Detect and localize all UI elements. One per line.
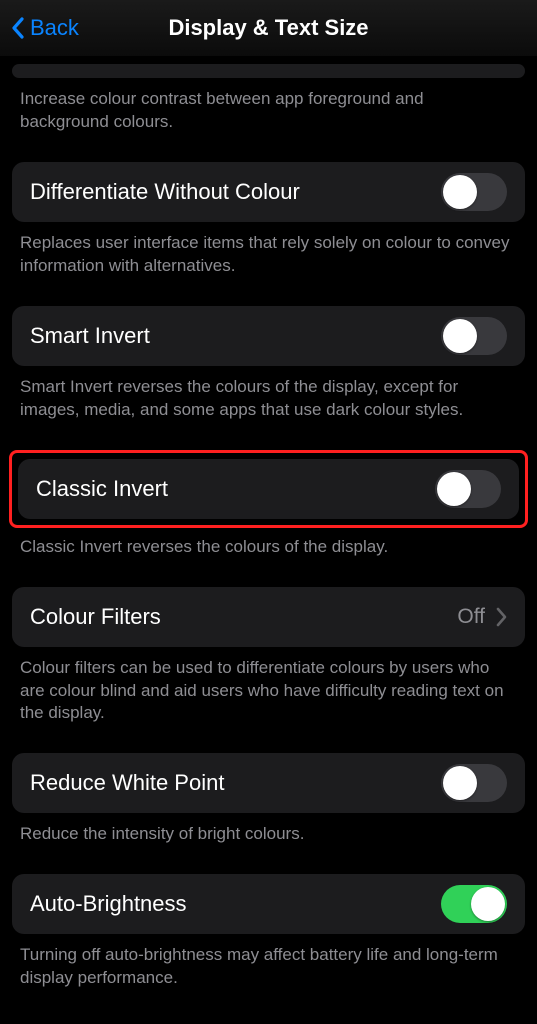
navbar: Back Display & Text Size: [0, 0, 537, 56]
previous-row-stub: [12, 64, 525, 78]
reduce-white-point-desc: Reduce the intensity of bright colours.: [12, 813, 525, 846]
smart-invert-toggle[interactable]: [441, 317, 507, 355]
reduce-white-point-label: Reduce White Point: [30, 770, 224, 796]
toggle-knob: [471, 887, 505, 921]
colour-filters-value-wrap: Off: [457, 605, 507, 629]
contrast-desc: Increase colour contrast between app for…: [12, 78, 525, 134]
differentiate-label: Differentiate Without Colour: [30, 179, 300, 205]
toggle-knob: [443, 319, 477, 353]
classic-invert-desc: Classic Invert reverses the colours of t…: [12, 528, 525, 559]
classic-invert-highlight: Classic Invert: [9, 450, 528, 528]
colour-filters-label: Colour Filters: [30, 604, 161, 630]
reduce-white-point-toggle[interactable]: [441, 764, 507, 802]
chevron-right-icon: [495, 607, 507, 627]
auto-brightness-toggle[interactable]: [441, 885, 507, 923]
back-label: Back: [30, 15, 79, 41]
colour-filters-value: Off: [457, 605, 485, 629]
smart-invert-row[interactable]: Smart Invert: [12, 306, 525, 366]
differentiate-desc: Replaces user interface items that rely …: [12, 222, 525, 278]
auto-brightness-group: Auto-Brightness Turning off auto-brightn…: [12, 874, 525, 990]
toggle-knob: [443, 175, 477, 209]
back-button[interactable]: Back: [10, 0, 79, 56]
smart-invert-desc: Smart Invert reverses the colours of the…: [12, 366, 525, 422]
page-title: Display & Text Size: [168, 15, 368, 41]
classic-invert-row[interactable]: Classic Invert: [18, 459, 519, 519]
differentiate-row[interactable]: Differentiate Without Colour: [12, 162, 525, 222]
differentiate-toggle[interactable]: [441, 173, 507, 211]
colour-filters-group: Colour Filters Off Colour filters can be…: [12, 587, 525, 726]
settings-list: Increase colour contrast between app for…: [0, 64, 537, 990]
auto-brightness-row[interactable]: Auto-Brightness: [12, 874, 525, 934]
auto-brightness-label: Auto-Brightness: [30, 891, 187, 917]
colour-filters-row[interactable]: Colour Filters Off: [12, 587, 525, 647]
toggle-knob: [437, 472, 471, 506]
chevron-left-icon: [10, 16, 26, 40]
differentiate-group: Differentiate Without Colour Replaces us…: [12, 162, 525, 278]
reduce-white-point-group: Reduce White Point Reduce the intensity …: [12, 753, 525, 846]
smart-invert-group: Smart Invert Smart Invert reverses the c…: [12, 306, 525, 422]
classic-invert-toggle[interactable]: [435, 470, 501, 508]
reduce-white-point-row[interactable]: Reduce White Point: [12, 753, 525, 813]
toggle-knob: [443, 766, 477, 800]
smart-invert-label: Smart Invert: [30, 323, 150, 349]
auto-brightness-desc: Turning off auto-brightness may affect b…: [12, 934, 525, 990]
classic-invert-label: Classic Invert: [36, 476, 168, 502]
colour-filters-desc: Colour filters can be used to differenti…: [12, 647, 525, 726]
